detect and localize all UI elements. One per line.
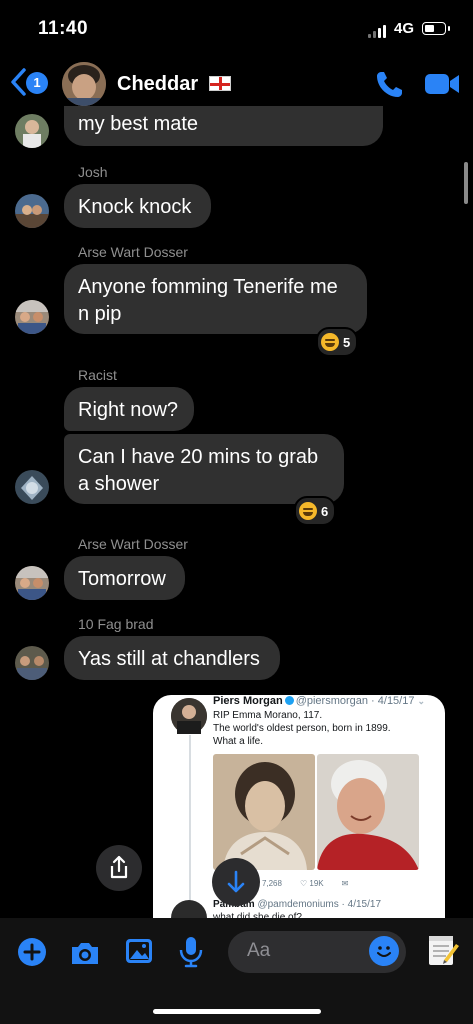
reply-handle: @pamdemoniums · 4/15/17 [257, 899, 382, 910]
reaction-count: 6 [321, 503, 329, 519]
share-icon [110, 855, 128, 879]
message-bubble[interactable]: Right now? [64, 387, 194, 431]
laughing-emoji-icon [299, 502, 317, 520]
smiley-icon [377, 946, 391, 957]
message-text: Tomorrow [78, 568, 166, 590]
camera-icon[interactable] [68, 936, 102, 970]
message-icon: ✉ [341, 879, 349, 888]
sender-name: Racist [78, 367, 117, 383]
contact-avatar[interactable] [62, 62, 106, 106]
emoji-button[interactable] [369, 936, 399, 966]
video-call-icon[interactable] [424, 70, 460, 98]
england-flag-icon [209, 76, 231, 91]
message-text-line: n pip [78, 303, 122, 325]
sender-avatar[interactable] [15, 646, 49, 680]
message-text-line: Can I have 20 mins to grab [78, 446, 319, 468]
message-bubble[interactable]: Can I have 20 mins to grab a shower [64, 434, 344, 504]
arrow-down-icon [227, 870, 245, 893]
message-text-line: a shower [78, 473, 160, 495]
message-input-placeholder: Aa [247, 940, 271, 961]
message-text-line: Anyone fomming Tenerife me [78, 276, 338, 298]
sender-avatar[interactable] [15, 566, 49, 600]
tweet-actions: ⇆ 7,268 ♡ 19K ✉ [253, 879, 348, 888]
scrollbar[interactable] [464, 162, 468, 204]
tweet-text-line: The world's oldest person, born in 1899. [213, 723, 391, 734]
sender-name: Arse Wart Dosser [78, 244, 188, 260]
message-bubble[interactable]: my best mate [64, 106, 383, 146]
reaction-count: 5 [343, 334, 351, 350]
chevron-down-icon: ⌄ [417, 696, 426, 706]
notepad-icon[interactable] [424, 932, 460, 968]
message-bubble[interactable]: Knock knock [64, 184, 211, 228]
plus-icon[interactable] [15, 935, 49, 969]
battery-icon [422, 22, 450, 35]
shared-image[interactable]: Piers Morgan @piersmorgan · 4/15/17 ⌄ RIP… [153, 695, 445, 920]
reply-avatar [171, 900, 207, 920]
thread-line [189, 735, 191, 903]
sender-name: Arse Wart Dosser [78, 536, 188, 552]
sender-name: 10 Fag brad [78, 616, 154, 632]
conversation-title[interactable]: Cheddar [117, 73, 198, 96]
message-bubble[interactable]: Yas still at chandlers [64, 636, 280, 680]
share-button[interactable] [96, 845, 142, 891]
like-count: ♡ 19K [299, 879, 324, 888]
sender-name: Josh [78, 164, 108, 180]
tweet-author: Piers Morgan @piersmorgan · 4/15/17 ⌄ [213, 695, 425, 707]
gallery-icon[interactable] [122, 934, 156, 968]
verified-icon [284, 696, 294, 705]
network-type: 4G [394, 20, 415, 37]
message-text: Knock knock [78, 196, 192, 218]
microphone-icon[interactable] [174, 934, 208, 968]
tweet-text-line: What a life. [213, 736, 264, 747]
message-text: Yas still at chandlers [78, 648, 260, 670]
sender-avatar[interactable] [15, 470, 49, 504]
tweet-author-name: Piers Morgan [213, 695, 283, 707]
tweet-photo-left [213, 754, 315, 870]
signal-icon [368, 24, 390, 38]
message-text: my best mate [78, 113, 199, 135]
sender-avatar[interactable] [15, 300, 49, 334]
reaction-badge[interactable]: 6 [294, 496, 337, 526]
tweet-avatar [171, 698, 207, 734]
status-time: 11:40 [38, 18, 89, 39]
sender-avatar[interactable] [15, 194, 49, 228]
phone-icon[interactable] [374, 68, 406, 100]
message-bubble[interactable]: Anyone fomming Tenerife me n pip [64, 264, 367, 334]
tweet-text: RIP Emma Morano, 117. The world's oldest… [213, 709, 433, 748]
message-text: Right now? [78, 399, 179, 421]
reaction-badge[interactable]: 5 [316, 327, 359, 357]
scroll-to-bottom-button[interactable] [212, 858, 260, 906]
tweet-handle: @piersmorgan · 4/15/17 [295, 695, 415, 707]
unread-badge[interactable]: 1 [26, 72, 48, 94]
home-indicator [153, 1009, 321, 1014]
laughing-emoji-icon [321, 333, 339, 351]
message-bubble[interactable]: Tomorrow [64, 556, 185, 600]
sender-avatar[interactable] [15, 114, 49, 148]
tweet-text-line: RIP Emma Morano, 117. [213, 710, 323, 721]
tweet-photo-right [317, 754, 419, 870]
